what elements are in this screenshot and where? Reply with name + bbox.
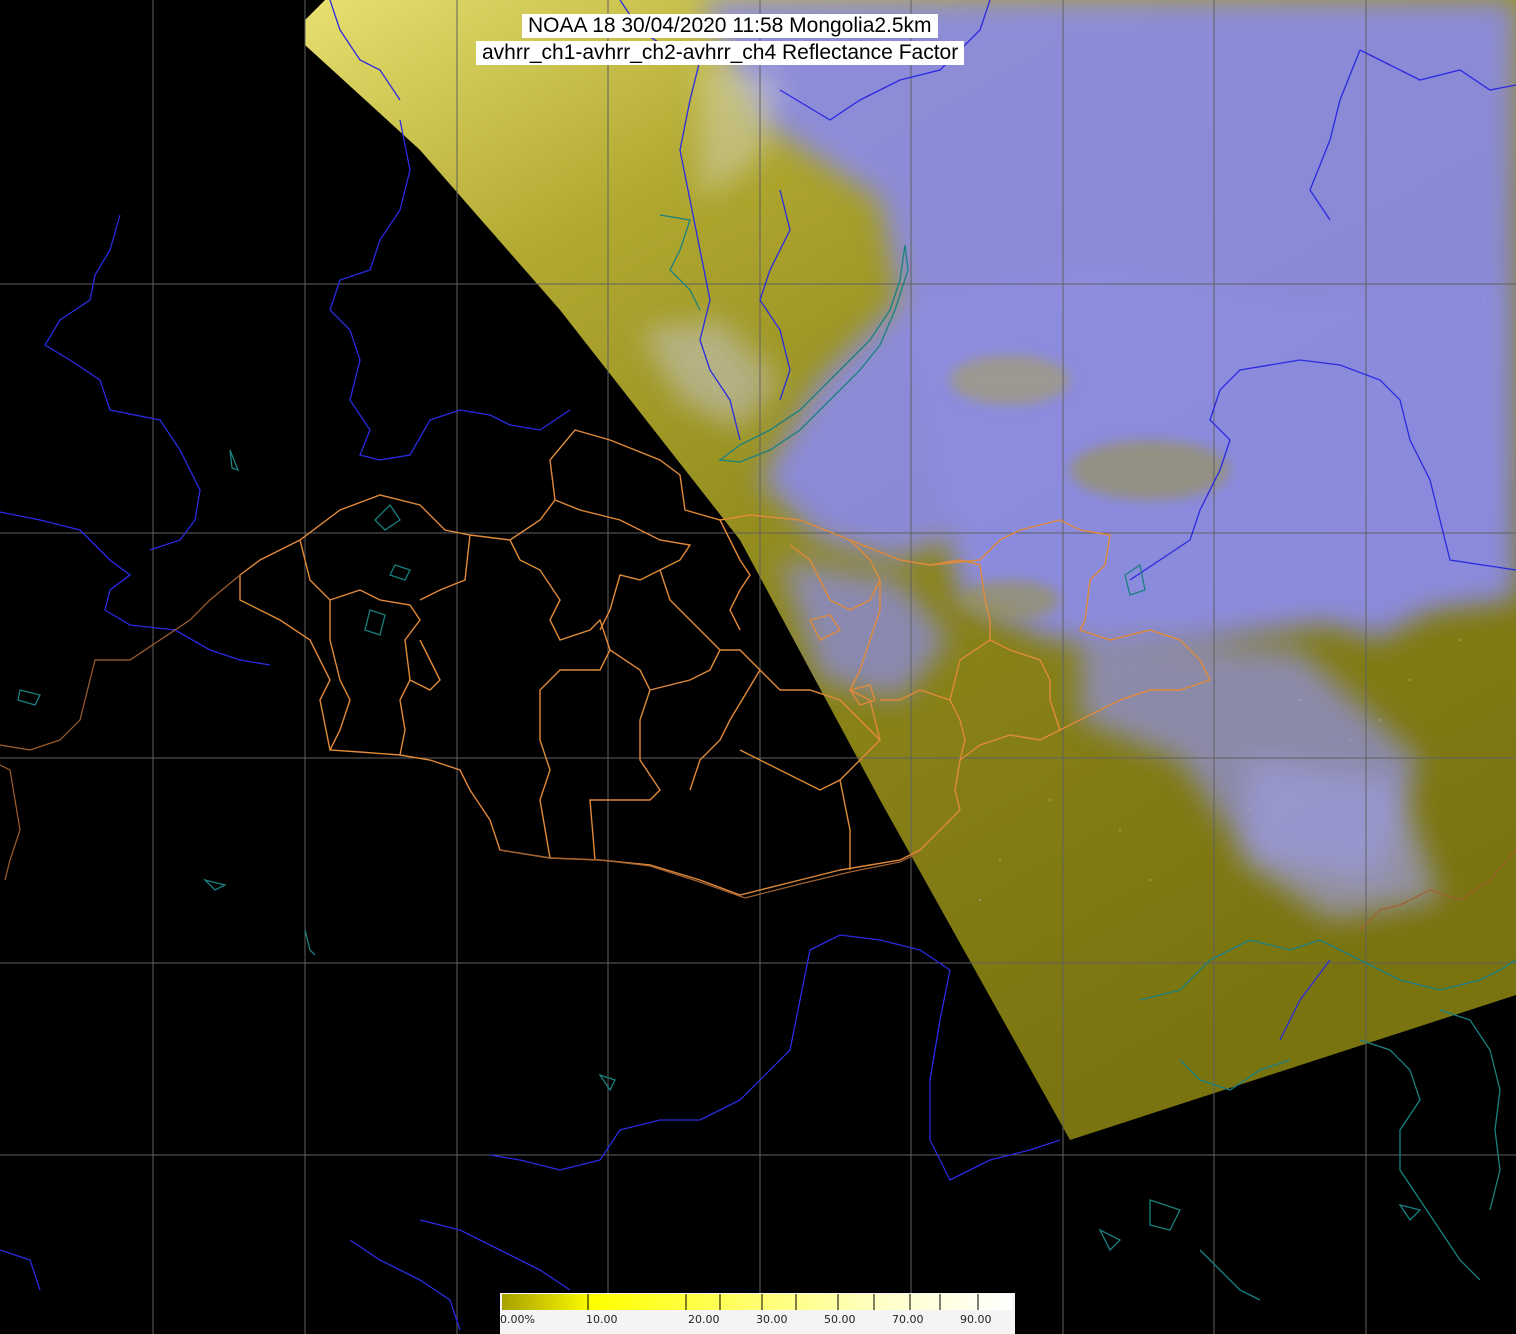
map-title-line-2: avhrr_ch1-avhrr_ch2-avhrr_ch4 Reflectanc… — [476, 41, 965, 65]
colorbar-label-4: 50.00 — [824, 1313, 856, 1326]
colorbar-label-6: 90.00 — [960, 1313, 992, 1326]
colorbar-label-2: 20.00 — [688, 1313, 720, 1326]
colorbar-label-0: 0.00% — [500, 1313, 535, 1326]
satellite-map — [0, 0, 1516, 1334]
colorbar-label-3: 30.00 — [756, 1313, 788, 1326]
colorbar-gradient — [502, 1294, 1012, 1310]
colorbar-label-5: 70.00 — [892, 1313, 924, 1326]
colorbar-label-1: 10.00 — [586, 1313, 618, 1326]
map-title-line-1: NOAA 18 30/04/2020 11:58 Mongolia2.5km — [522, 14, 938, 38]
